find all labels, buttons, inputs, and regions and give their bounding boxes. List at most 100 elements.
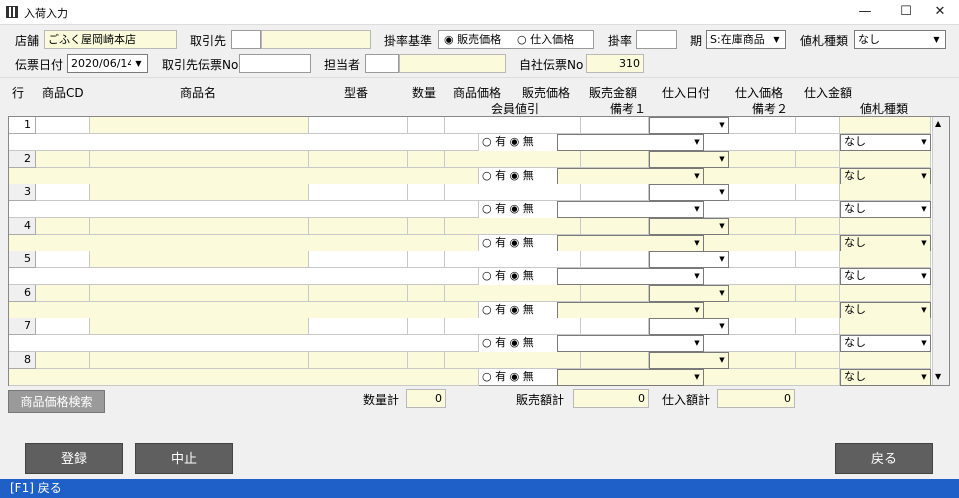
grid-cell[interactable]	[90, 184, 309, 201]
grid-cell[interactable]	[90, 285, 309, 302]
grid-cell[interactable]	[309, 218, 408, 235]
member-discount-radio[interactable]: ○ 有 ◉ 無	[482, 201, 552, 218]
grid-cell[interactable]	[796, 318, 840, 335]
note2-cell[interactable]	[704, 302, 840, 319]
member-discount-radio[interactable]: ○ 有 ◉ 無	[482, 235, 552, 252]
grid-cell[interactable]	[581, 218, 649, 235]
grid-cell[interactable]	[581, 318, 649, 335]
grid-cell[interactable]	[581, 117, 649, 134]
radio-purchase-price[interactable]: ○ 仕入価格	[517, 32, 574, 48]
tag-type-select[interactable]: なし ▼	[840, 335, 931, 352]
grid-cell[interactable]	[581, 151, 649, 168]
vertical-scrollbar[interactable]: ▲ ▼	[932, 117, 949, 385]
purchase-date-picker[interactable]: ▼	[649, 184, 729, 201]
radio-has-icon[interactable]: ○	[482, 303, 495, 316]
grid-cell[interactable]	[840, 184, 931, 201]
radio-has-icon[interactable]: ○	[482, 135, 495, 148]
note1-select[interactable]: ▼	[557, 268, 704, 285]
grid-cell[interactable]	[90, 251, 309, 268]
radio-none-icon[interactable]: ◉	[506, 169, 523, 182]
grid-cell[interactable]	[581, 184, 649, 201]
grid-cell[interactable]	[309, 285, 408, 302]
note1-select[interactable]: ▼	[557, 134, 704, 151]
member-discount-radio[interactable]: ○ 有 ◉ 無	[482, 168, 552, 185]
grid-cell[interactable]	[309, 117, 408, 134]
grid-cell[interactable]	[729, 318, 796, 335]
close-button[interactable]: ✕	[920, 0, 959, 25]
grid-cell[interactable]	[840, 151, 931, 168]
tag-type-select[interactable]: なし ▼	[854, 30, 946, 49]
note1-select[interactable]: ▼	[557, 302, 704, 319]
grid-cell[interactable]	[309, 251, 408, 268]
note1-select[interactable]: ▼	[557, 369, 704, 386]
grid-cell[interactable]	[408, 184, 445, 201]
note2-cell[interactable]	[704, 369, 840, 386]
note1-select[interactable]: ▼	[557, 168, 704, 185]
radio-none-icon[interactable]: ◉	[506, 135, 523, 148]
supplier-code-field[interactable]	[231, 30, 261, 49]
grid-cell[interactable]	[36, 184, 90, 201]
price-search-button[interactable]: 商品価格検索	[8, 390, 105, 413]
cancel-button[interactable]: 中止	[135, 443, 233, 474]
grid-cell[interactable]	[408, 285, 445, 302]
tag-type-select[interactable]: なし ▼	[840, 369, 931, 386]
note2-cell[interactable]	[704, 268, 840, 285]
note1-select[interactable]: ▼	[557, 235, 704, 252]
grid-cell[interactable]	[90, 352, 309, 369]
grid-cell[interactable]	[729, 251, 796, 268]
grid-cell[interactable]	[445, 285, 581, 302]
grid-cell[interactable]	[840, 251, 931, 268]
member-discount-radio[interactable]: ○ 有 ◉ 無	[482, 268, 552, 285]
back-button[interactable]: 戻る	[835, 443, 933, 474]
radio-has-icon[interactable]: ○	[482, 370, 495, 383]
grid-cell[interactable]	[840, 318, 931, 335]
scroll-up-icon[interactable]: ▲	[935, 119, 941, 128]
purchase-date-picker[interactable]: ▼	[649, 151, 729, 168]
radio-has-icon[interactable]: ○	[482, 269, 495, 282]
grid-cell[interactable]	[445, 352, 581, 369]
radio-none-icon[interactable]: ◉	[506, 370, 523, 383]
purchase-date-picker[interactable]: ▼	[649, 117, 729, 134]
grid-cell[interactable]	[36, 151, 90, 168]
grid-cell[interactable]	[840, 117, 931, 134]
note2-cell[interactable]	[704, 134, 840, 151]
radio-none-icon[interactable]: ◉	[506, 202, 523, 215]
note1-select[interactable]: ▼	[557, 201, 704, 218]
grid-cell[interactable]	[408, 218, 445, 235]
register-button[interactable]: 登録	[25, 443, 123, 474]
purchase-date-picker[interactable]: ▼	[649, 318, 729, 335]
grid-cell[interactable]	[36, 352, 90, 369]
grid-cell[interactable]	[796, 285, 840, 302]
radio-none-icon[interactable]: ◉	[506, 336, 523, 349]
note1-select[interactable]: ▼	[557, 335, 704, 352]
radio-has-icon[interactable]: ○	[482, 202, 495, 215]
grid-cell[interactable]	[796, 151, 840, 168]
grid-cell[interactable]	[90, 318, 309, 335]
tag-type-select[interactable]: なし ▼	[840, 268, 931, 285]
member-discount-radio[interactable]: ○ 有 ◉ 無	[482, 369, 552, 386]
grid-cell[interactable]	[445, 251, 581, 268]
grid-cell[interactable]	[581, 285, 649, 302]
member-discount-radio[interactable]: ○ 有 ◉ 無	[482, 134, 552, 151]
grid-cell[interactable]	[729, 151, 796, 168]
radio-has-icon[interactable]: ○	[482, 236, 495, 249]
tag-type-select[interactable]: なし ▼	[840, 134, 931, 151]
grid-cell[interactable]	[36, 285, 90, 302]
radio-none-icon[interactable]: ◉	[506, 303, 523, 316]
radio-none-icon[interactable]: ◉	[506, 269, 523, 282]
grid-cell[interactable]	[36, 218, 90, 235]
member-discount-radio[interactable]: ○ 有 ◉ 無	[482, 335, 552, 352]
store-field[interactable]: ごふく屋岡崎本店	[44, 30, 177, 49]
grid-cell[interactable]	[729, 352, 796, 369]
tag-type-select[interactable]: なし ▼	[840, 235, 931, 252]
supplier-slip-field[interactable]	[239, 54, 311, 73]
grid-cell[interactable]	[309, 318, 408, 335]
note2-cell[interactable]	[704, 168, 840, 185]
note2-cell[interactable]	[704, 201, 840, 218]
grid-cell[interactable]	[445, 218, 581, 235]
grid-cell[interactable]	[90, 117, 309, 134]
radio-none-icon[interactable]: ◉	[506, 236, 523, 249]
tag-type-select[interactable]: なし ▼	[840, 302, 931, 319]
grid-cell[interactable]	[796, 184, 840, 201]
grid-cell[interactable]	[445, 151, 581, 168]
